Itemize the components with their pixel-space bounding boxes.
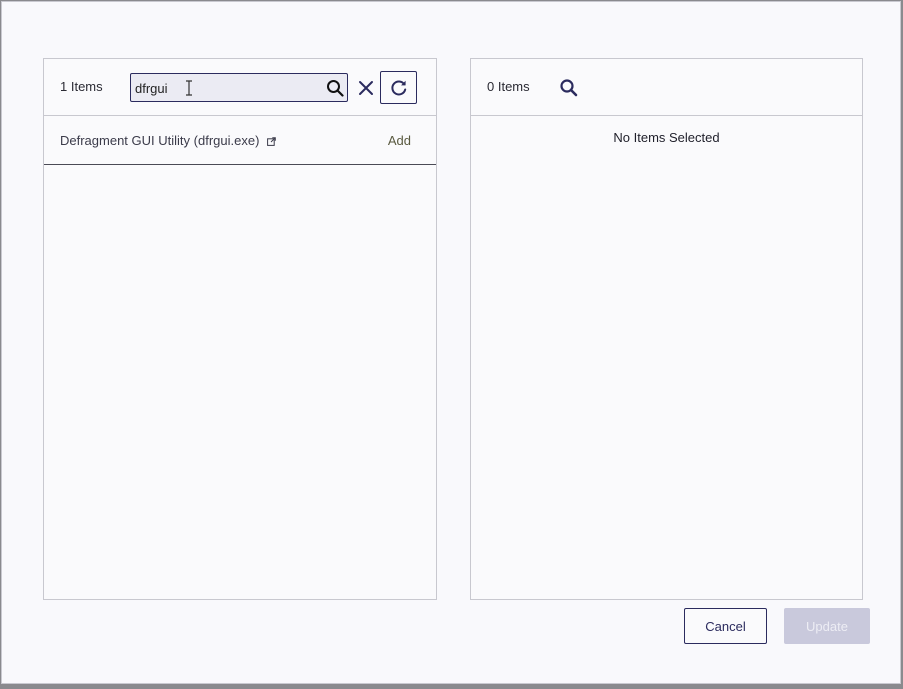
refresh-icon [391, 80, 407, 96]
selected-items-panel: 0 Items No Items Selected [470, 58, 863, 600]
text-cursor-icon [186, 80, 192, 96]
update-button[interactable]: Update [784, 608, 870, 644]
dialog: 1 Items dfrgui Defragment GUI Utility (d… [1, 1, 901, 684]
search-icon[interactable] [559, 78, 579, 98]
selected-items-count: 0 Items [487, 79, 530, 94]
add-button[interactable]: Add [388, 133, 411, 148]
search-field[interactable] [130, 73, 348, 102]
search-input[interactable] [135, 78, 315, 98]
list-item: Defragment GUI Utility (dfrgui.exe) Add [44, 116, 436, 165]
external-link-icon [267, 137, 276, 146]
result-name-link[interactable]: Defragment GUI Utility (dfrgui.exe) [60, 133, 276, 148]
selected-items-header: 0 Items [471, 59, 862, 116]
search-icon[interactable] [326, 79, 344, 97]
available-items-count: 1 Items [60, 79, 103, 94]
result-name-label: Defragment GUI Utility (dfrgui.exe) [60, 133, 260, 148]
available-items-panel: 1 Items dfrgui Defragment GUI Utility (d… [43, 58, 437, 600]
cancel-button[interactable]: Cancel [684, 608, 767, 644]
refresh-button[interactable] [380, 71, 417, 104]
empty-state-message: No Items Selected [613, 130, 720, 145]
available-items-header: 1 Items [44, 59, 436, 116]
clear-search-button[interactable] [355, 77, 377, 99]
